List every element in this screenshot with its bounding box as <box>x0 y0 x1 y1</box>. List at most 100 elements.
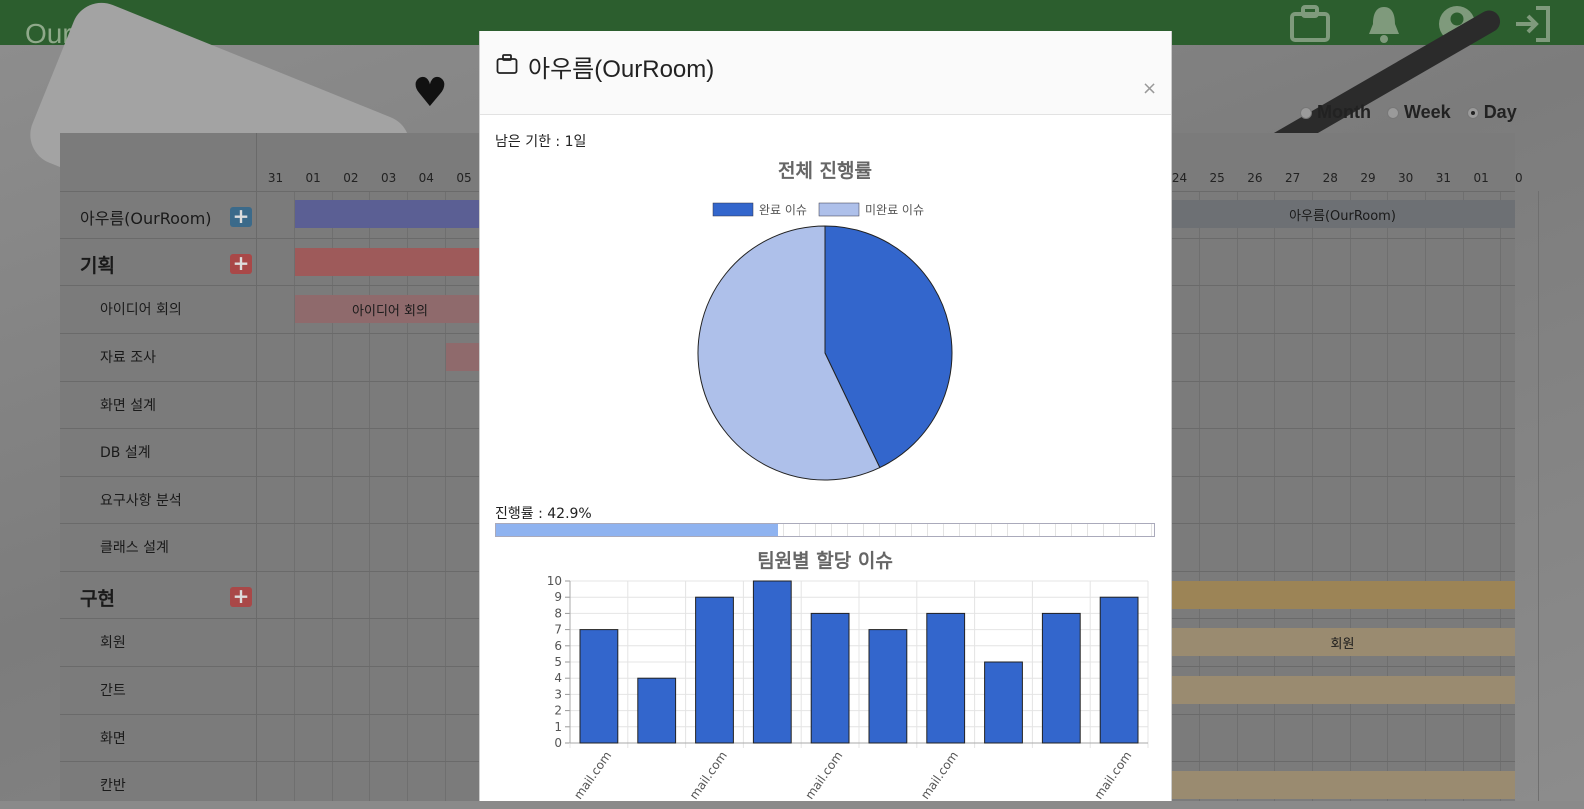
y-tick-label: 5 <box>554 655 562 669</box>
view-option-label: Day <box>1483 102 1517 122</box>
y-tick-label: 3 <box>554 687 562 701</box>
day-label: 31 <box>267 171 284 185</box>
progress-bar-fill <box>496 524 779 536</box>
row-label[interactable]: 클래스 설계 <box>100 537 169 557</box>
row-label[interactable]: 요구사항 분석 <box>100 490 182 510</box>
row-label[interactable]: 아이디어 회의 <box>100 299 182 319</box>
view-mode-selector: Month Week Day <box>1300 102 1517 123</box>
grid-line <box>1538 191 1540 801</box>
task-bar-gantt[interactable] <box>1170 676 1515 704</box>
row-label[interactable]: DB 설계 <box>100 442 151 462</box>
sign-out-icon[interactable] <box>1512 4 1552 44</box>
pie-title: 전체 진행률 <box>778 160 872 182</box>
row-label[interactable]: 칸반 <box>100 775 126 795</box>
bar[interactable] <box>868 629 908 744</box>
bar-label: 아우름(OurRoom) <box>1289 208 1396 224</box>
deadline-text: 남은 기한 : 1일 <box>495 134 587 150</box>
bar[interactable] <box>752 580 792 744</box>
legend-label[interactable]: 미완료 이슈 <box>865 203 924 217</box>
progress-label: 진행률 : 42.9% <box>495 506 592 522</box>
y-tick-label: 1 <box>554 720 562 734</box>
row-label[interactable]: 회원 <box>100 632 126 652</box>
day-label: 29 <box>1360 171 1376 185</box>
add-task-button[interactable]: + <box>230 586 252 607</box>
day-label: 0 <box>1514 171 1523 185</box>
view-option-month[interactable]: Month <box>1300 102 1371 123</box>
progress-bar <box>495 523 1155 537</box>
day-label: 01 <box>1473 171 1489 185</box>
project-bar[interactable] <box>295 200 485 228</box>
bar[interactable] <box>1099 596 1139 744</box>
day-label: 03 <box>380 171 397 185</box>
y-tick-label: 8 <box>554 606 562 620</box>
y-tick-label: 4 <box>554 671 562 685</box>
y-tick-label: 2 <box>554 704 562 718</box>
bar[interactable] <box>579 629 619 744</box>
bar[interactable] <box>810 612 850 744</box>
member-issues-bar-chart: 팀원별 할당 이슈 0 1 2 3 4 5 6 7 8 9 10 mail.com mail.com mai… <box>547 549 1149 801</box>
y-tick-label: 0 <box>554 736 562 750</box>
row-label[interactable]: 자료 조사 <box>100 347 156 367</box>
day-label: 25 <box>1209 171 1225 185</box>
view-option-label: Week <box>1403 102 1451 122</box>
briefcase-icon <box>496 54 518 74</box>
row-label[interactable]: 간트 <box>100 680 126 700</box>
heart-icon[interactable]: ♥ <box>412 70 448 116</box>
view-option-label: Month <box>1317 102 1371 122</box>
view-option-day[interactable]: Day <box>1466 102 1517 123</box>
bar[interactable] <box>695 596 734 744</box>
legend-label[interactable]: 완료 이슈 <box>759 203 807 217</box>
x-tick-label: mail.com <box>1091 749 1134 801</box>
bell-icon[interactable] <box>1364 4 1404 44</box>
radio-dot[interactable] <box>1466 106 1479 119</box>
x-tick-label: mail.com <box>802 749 845 801</box>
add-task-button[interactable]: + <box>230 253 252 274</box>
y-tick-label: 9 <box>554 590 562 604</box>
row-label[interactable]: 화면 설계 <box>100 395 156 415</box>
task-bar-idea[interactable]: 아이디어 회의 <box>295 295 485 323</box>
day-label: 05 <box>456 171 472 185</box>
row-label[interactable]: 아우름(OurRoom) <box>80 205 212 229</box>
day-label: 27 <box>1284 171 1301 185</box>
day-label: 01 <box>305 171 321 185</box>
radio-dot[interactable] <box>1300 106 1312 119</box>
bar[interactable] <box>984 661 1023 744</box>
bar[interactable] <box>637 677 677 744</box>
day-label: 04 <box>418 171 434 185</box>
bar[interactable] <box>1041 612 1081 744</box>
y-tick-label: 7 <box>554 623 562 637</box>
task-bar-kanban[interactable] <box>1170 771 1515 799</box>
task-bar-member[interactable]: 회원 <box>1170 628 1515 656</box>
day-label: 02 <box>343 171 359 185</box>
y-tick-label: 6 <box>554 639 562 653</box>
impl-group-bar[interactable] <box>1170 581 1515 609</box>
view-option-week[interactable]: Week <box>1386 102 1451 123</box>
bar-label: 아이디어 회의 <box>352 303 428 319</box>
legend-swatch <box>712 202 754 217</box>
day-label: 28 <box>1322 171 1338 185</box>
plan-group-bar[interactable] <box>295 248 485 276</box>
legend-swatch <box>818 202 860 217</box>
x-tick-label: mail.com <box>571 749 614 801</box>
day-label: 30 <box>1398 171 1414 185</box>
add-task-button[interactable]: + <box>230 206 252 227</box>
row-label[interactable]: 화면 <box>100 728 126 748</box>
x-tick-label: mail.com <box>687 749 730 801</box>
close-button[interactable]: × <box>1142 78 1157 99</box>
day-label: 26 <box>1247 171 1263 185</box>
project-bar[interactable]: 아우름(OurRoom) <box>1170 200 1515 228</box>
progress-pie-chart: 전체 진행률완료 이슈 미완료 이슈 <box>697 160 953 481</box>
row-label[interactable]: 기획 <box>80 251 115 278</box>
x-tick-label: mail.com <box>918 749 961 801</box>
briefcase-icon[interactable] <box>1290 4 1330 44</box>
day-label: 31 <box>1435 171 1452 185</box>
y-tick-label: 10 <box>547 574 562 588</box>
modal-header: 아우름(OurRoom) × <box>480 31 1171 115</box>
bar[interactable] <box>926 612 966 744</box>
bar-chart-title: 팀원별 할당 이슈 <box>757 549 893 572</box>
row-label[interactable]: 구현 <box>80 584 115 611</box>
radio-dot[interactable] <box>1386 106 1399 119</box>
project-progress-modal: 아우름(OurRoom) × 남은 기한 : 1일 전체 진행률완료 이슈 미완료… <box>479 31 1172 801</box>
bar-label: 회원 <box>1330 636 1355 652</box>
modal-title: 아우름(OurRoom) <box>528 56 715 83</box>
